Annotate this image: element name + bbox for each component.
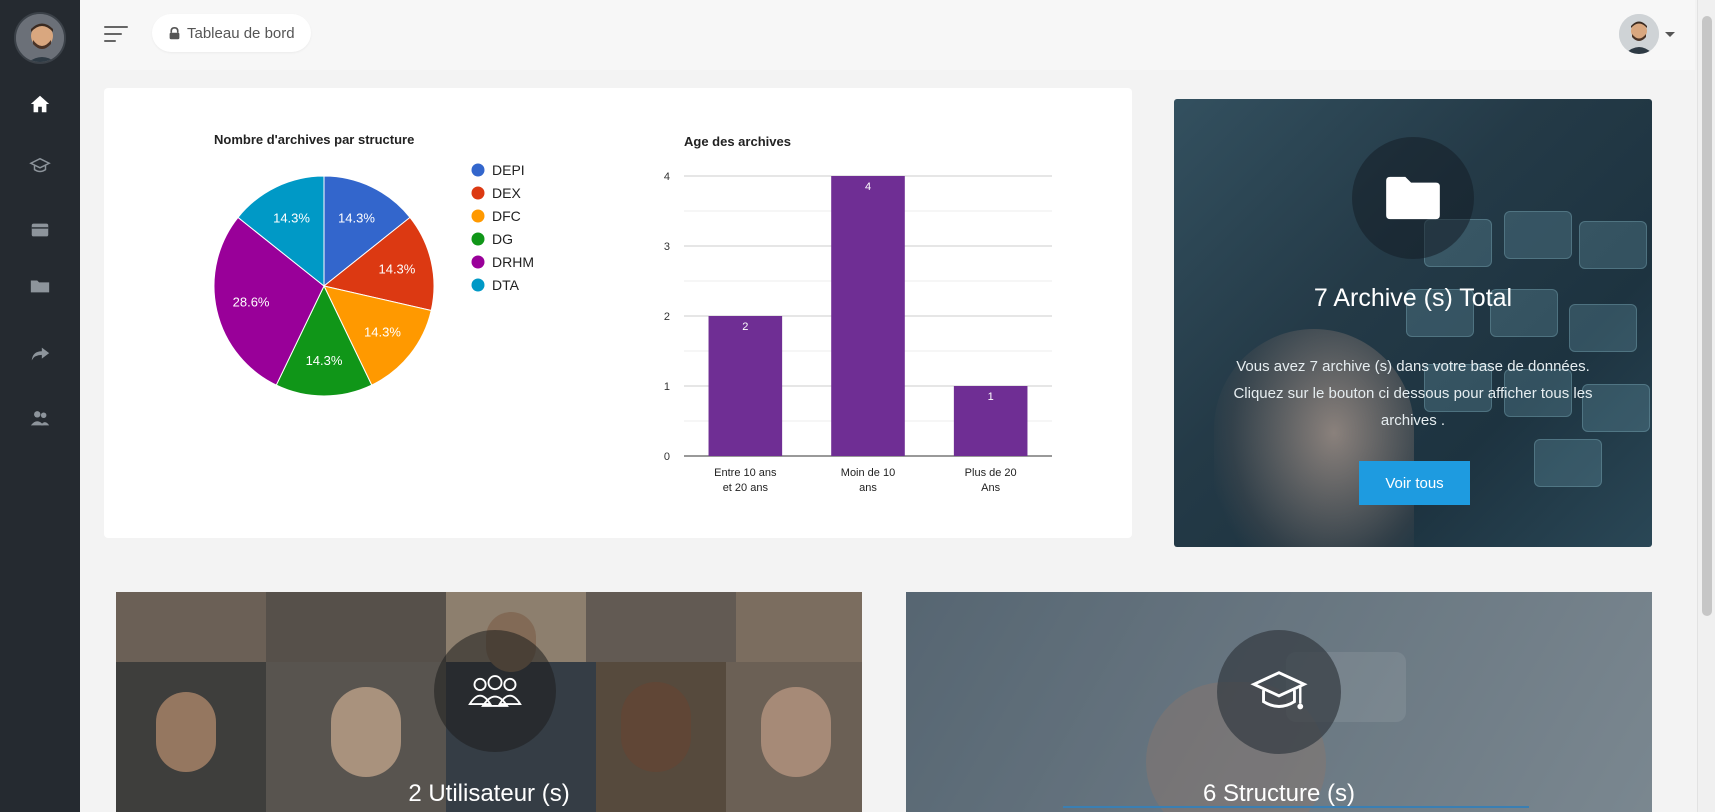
legend-swatch-drhm <box>471 255 485 269</box>
users-group-icon <box>468 675 522 707</box>
legend-item-dta: DTA <box>492 277 520 293</box>
archive-description: Vous avez 7 archive (s) dans votre base … <box>1233 358 1593 429</box>
sidebar-item-archive[interactable] <box>0 210 80 250</box>
top-bar: Tableau de bord <box>80 0 1695 70</box>
legend-item-dex: DEX <box>492 185 521 201</box>
sidebar-item-share[interactable] <box>0 334 80 374</box>
pie-slice-label-dg: 14.3% <box>306 353 343 368</box>
legend-item-dfc: DFC <box>492 208 521 224</box>
chevron-down-icon <box>1665 31 1675 37</box>
pie-slice-label-dfc: 14.3% <box>364 325 401 340</box>
legend-swatch-dex <box>471 186 485 200</box>
sidebar-avatar[interactable] <box>14 12 66 64</box>
x-category-label: Moin de 10 <box>841 467 895 479</box>
archive-icon <box>31 223 49 237</box>
archive-total-card: 7 Archive (s) Total Vous avez 7 archive … <box>1174 99 1652 547</box>
folder-badge <box>1352 137 1474 259</box>
users-card: 2 Utilisateur (s) <box>116 592 862 812</box>
bar-value-label: 4 <box>865 181 871 193</box>
sidebar-item-folders[interactable] <box>0 266 80 306</box>
pie-chart: Nombre d'archives par structure 14.3% 14.3… <box>213 132 534 397</box>
bar-value-label: 1 <box>988 391 994 403</box>
menu-toggle-button[interactable] <box>104 24 130 44</box>
graduation-cap-icon <box>29 157 51 173</box>
pie-slice-label-dta: 14.3% <box>273 211 310 226</box>
breadcrumb-label: Tableau de bord <box>187 24 295 42</box>
pie-slice-label-dex: 14.3% <box>378 261 415 276</box>
bar-chart: Age des archives 0 1 2 3 4 2 Entre 10 ans et 20 … <box>664 134 1052 494</box>
user-menu[interactable] <box>1619 14 1675 54</box>
y-tick-label: 4 <box>664 171 670 183</box>
y-tick-label: 2 <box>664 311 670 323</box>
view-all-button[interactable]: Voir tous <box>1359 461 1470 505</box>
legend-swatch-dfc <box>471 209 485 223</box>
bar[interactable] <box>708 316 783 456</box>
structure-count-title: 6 Structure (s) <box>1202 780 1356 807</box>
legend-swatch-dg <box>471 232 485 246</box>
x-category-label: Entre 10 ans <box>714 467 777 479</box>
pie-chart-title: Nombre d'archives par structure <box>214 132 414 147</box>
x-category-label: Plus de 20 <box>965 467 1017 479</box>
sidebar-item-structures[interactable] <box>0 146 80 186</box>
archive-total-title: 7 Archive (s) Total <box>1313 284 1513 312</box>
structure-underline <box>1063 806 1529 808</box>
sidebar-item-home[interactable] <box>0 84 80 124</box>
folder-icon <box>30 280 50 293</box>
users-icon <box>30 411 50 426</box>
scroll-thumb[interactable] <box>1702 16 1712 616</box>
x-category-label: Ans <box>981 482 1000 494</box>
share-arrow-icon <box>31 347 50 361</box>
structure-badge <box>1217 630 1341 754</box>
y-tick-label: 3 <box>664 241 670 253</box>
x-category-label: ans <box>859 482 877 494</box>
legend-item-depi: DEPI <box>492 162 525 178</box>
y-tick-label: 1 <box>664 381 670 393</box>
graduation-cap-icon <box>1250 671 1308 710</box>
home-icon <box>30 95 50 113</box>
page-scrollbar[interactable] <box>1697 0 1715 812</box>
charts-panel: Nombre d'archives par structure 14.3% 14.3… <box>104 88 1132 538</box>
structure-card: 6 Structure (s) <box>906 592 1652 812</box>
legend-swatch-dta <box>471 278 485 292</box>
bar-chart-title: Age des archives <box>684 134 791 149</box>
x-category-label: et 20 ans <box>723 482 769 494</box>
users-count-title: 2 Utilisateur (s) <box>408 780 570 807</box>
users-badge <box>434 630 556 752</box>
lock-icon <box>169 26 180 39</box>
pie-slice-label-drhm: 28.6% <box>233 295 270 310</box>
sidebar-item-users[interactable] <box>0 398 80 438</box>
bar-value-label: 2 <box>742 321 748 333</box>
bar[interactable] <box>831 176 905 456</box>
pie-slice-label-depi: 14.3% <box>338 211 375 226</box>
folder-icon <box>1386 176 1440 220</box>
legend-item-drhm: DRHM <box>492 254 534 270</box>
avatar[interactable] <box>1619 14 1659 54</box>
legend-swatch-depi <box>471 163 485 177</box>
y-tick-label: 0 <box>664 451 670 463</box>
legend-item-dg: DG <box>492 231 513 247</box>
breadcrumb: Tableau de bord <box>152 14 311 52</box>
sidebar <box>0 0 80 812</box>
